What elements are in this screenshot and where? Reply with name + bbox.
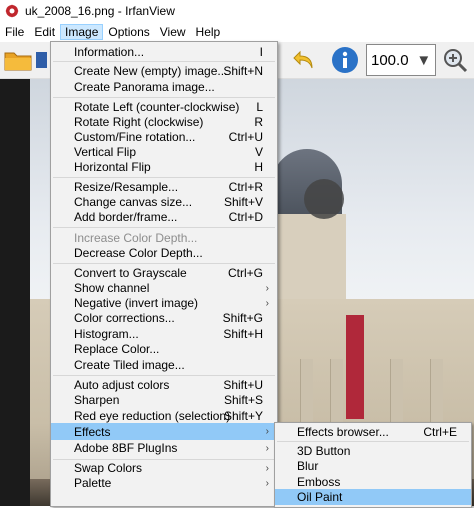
folder-icon: [4, 52, 32, 71]
menu-item-color-corrections[interactable]: Color corrections... Shift+G: [51, 310, 277, 326]
menu-item-auto-adjust-colors[interactable]: Auto adjust colors Shift+U: [51, 377, 277, 393]
menu-bar: File Edit Image Options View Help: [0, 22, 474, 42]
menu-file[interactable]: File: [0, 24, 29, 40]
submenu-item-blur[interactable]: Blur: [275, 458, 471, 474]
submenu-arrow-icon: ›: [265, 462, 269, 474]
menu-item-rotate-right[interactable]: Rotate Right (clockwise) R: [51, 114, 277, 130]
zoom-value: 100.0: [371, 51, 409, 69]
menu-item-vertical-flip[interactable]: Vertical Flip V: [51, 144, 277, 160]
open-folder-button[interactable]: [3, 46, 33, 74]
menu-item-negative[interactable]: Negative (invert image) ›: [51, 295, 277, 311]
submenu-arrow-icon: ›: [265, 426, 269, 437]
title-bar: uk_2008_16.png - IrfanView: [0, 0, 474, 22]
menu-item-change-canvas-size[interactable]: Change canvas size... Shift+V: [51, 194, 277, 210]
effects-submenu: Effects browser... Ctrl+E 3D Button Blur…: [274, 422, 472, 508]
menu-edit[interactable]: Edit: [29, 24, 60, 40]
submenu-arrow-icon: ›: [265, 297, 269, 309]
menu-item-decrease-color-depth[interactable]: Decrease Color Depth...: [51, 245, 277, 261]
menu-item-sharpen[interactable]: Sharpen Shift+S: [51, 392, 277, 408]
chevron-down-icon[interactable]: ▼: [409, 52, 435, 69]
menu-item-horizontal-flip[interactable]: Horizontal Flip H: [51, 159, 277, 175]
menu-help[interactable]: Help: [191, 24, 226, 40]
menu-item-increase-color-depth: Increase Color Depth...: [74, 231, 198, 245]
info-icon: [332, 47, 358, 73]
menu-image[interactable]: Image: [60, 24, 104, 40]
menu-item-convert-to-grayscale[interactable]: Convert to Grayscale Ctrl+G: [51, 265, 277, 281]
menu-item-swap-colors[interactable]: Swap Colors ›: [51, 460, 277, 476]
menu-item-custom-rotation[interactable]: Custom/Fine rotation... Ctrl+U: [51, 129, 277, 145]
menu-item-replace-color[interactable]: Replace Color...: [51, 341, 277, 357]
menu-separator: [277, 441, 469, 442]
zoom-in-button[interactable]: [440, 46, 470, 74]
menu-item-create-tiled-image[interactable]: Create Tiled image...: [51, 357, 277, 373]
menu-item-create-new-image[interactable]: Create New (empty) image... Shift+N: [51, 63, 277, 79]
submenu-arrow-icon: ›: [265, 282, 269, 294]
menu-separator: [53, 263, 275, 264]
submenu-item-emboss[interactable]: Emboss: [275, 474, 471, 490]
menu-item-red-eye-reduction[interactable]: Red eye reduction (selection) Shift+Y: [51, 408, 277, 424]
image-menu: Information... I Create New (empty) imag…: [50, 41, 278, 507]
zoom-in-magnifier-icon: [444, 49, 468, 73]
undo-arrow-icon: [293, 50, 313, 69]
menu-item-add-border-frame[interactable]: Add border/frame... Ctrl+D: [51, 209, 277, 225]
irfanview-app-icon: [5, 4, 19, 18]
save-button[interactable]: [34, 46, 48, 74]
menu-item-rotate-left[interactable]: Rotate Left (counter-clockwise) L: [51, 99, 277, 115]
photo-dome-drum: [270, 214, 346, 309]
menu-item-histogram[interactable]: Histogram... Shift+H: [51, 326, 277, 342]
menu-separator: [53, 61, 275, 62]
menu-item-create-panorama[interactable]: Create Panorama image...: [51, 79, 277, 95]
submenu-item-3d-button[interactable]: 3D Button: [275, 443, 471, 459]
menu-item-adobe-8bf-plugins[interactable]: Adobe 8BF PlugIns ›: [51, 440, 277, 456]
menu-separator: [53, 177, 275, 178]
menu-separator: [53, 227, 275, 228]
info-button[interactable]: [330, 46, 360, 74]
photo-red-banner: [346, 315, 364, 419]
submenu-item-effects-browser[interactable]: Effects browser... Ctrl+E: [275, 424, 471, 440]
menu-item-resize-resample[interactable]: Resize/Resample... Ctrl+R: [51, 179, 277, 195]
menu-item-show-channel[interactable]: Show channel ›: [51, 280, 277, 296]
submenu-arrow-icon: ›: [265, 442, 269, 454]
menu-item-effects[interactable]: Effects ›: [51, 423, 277, 440]
zoom-combobox[interactable]: 100.0 ▼: [366, 44, 436, 76]
menu-options[interactable]: Options: [103, 24, 154, 40]
undo-button[interactable]: [290, 46, 320, 74]
menu-separator: [53, 97, 275, 98]
floppy-icon: [36, 52, 47, 68]
submenu-arrow-icon: ›: [265, 477, 269, 489]
submenu-item-oil-paint[interactable]: Oil Paint: [275, 489, 471, 505]
menu-item-information[interactable]: Information... I: [51, 44, 277, 60]
window-title: uk_2008_16.png - IrfanView: [25, 4, 175, 18]
menu-separator: [53, 375, 275, 376]
menu-view[interactable]: View: [155, 24, 191, 40]
menu-item-palette[interactable]: Palette ›: [51, 475, 277, 491]
photo-watermark-logo: [304, 179, 344, 219]
